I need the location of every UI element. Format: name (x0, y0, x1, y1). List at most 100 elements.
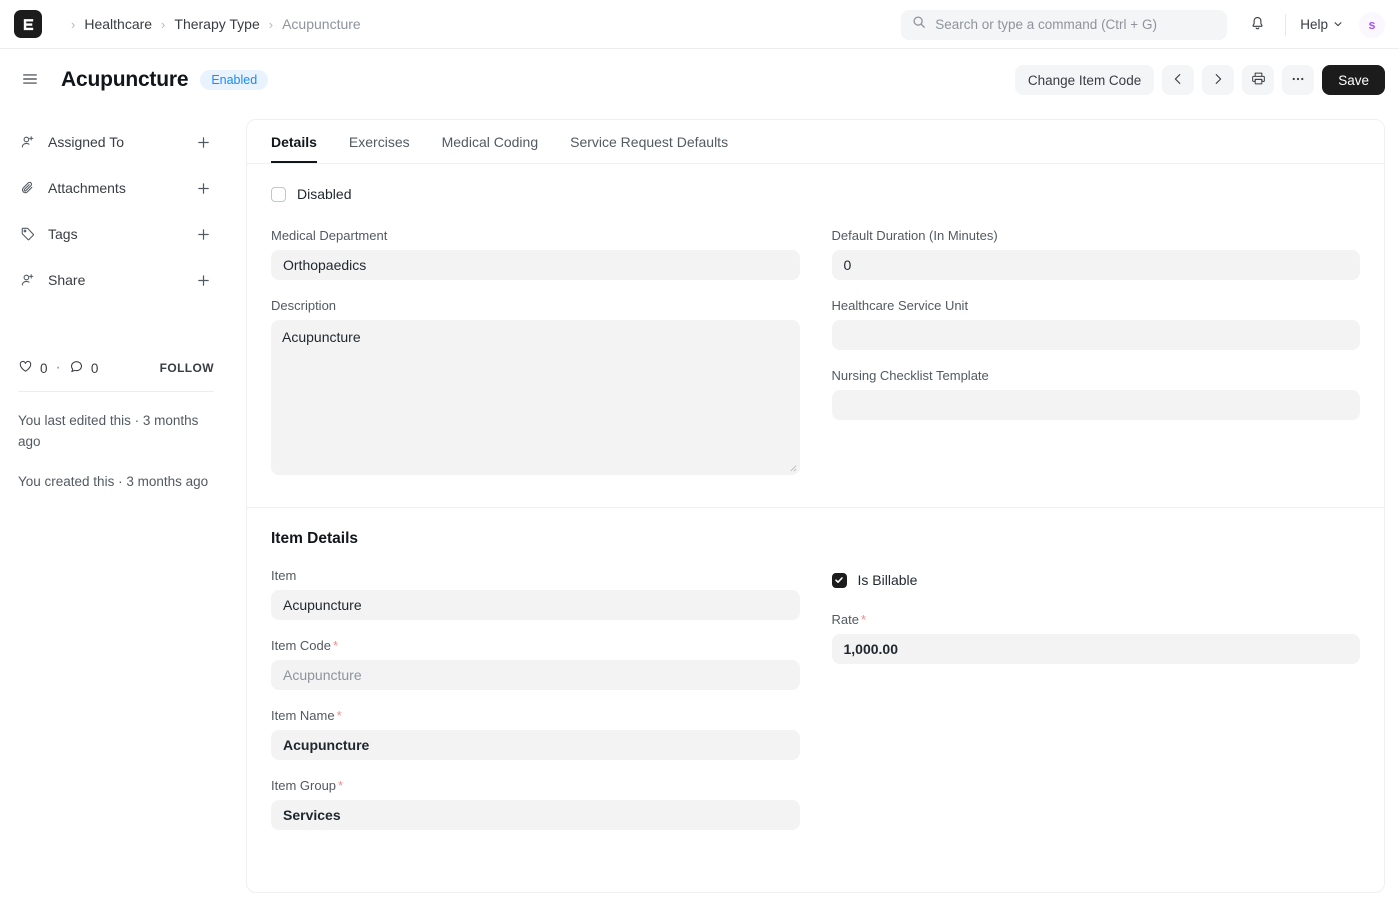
required-marker: * (332, 638, 339, 653)
chevron-down-icon (1333, 17, 1343, 32)
assign-user-icon (18, 134, 38, 150)
main-content: Details Exercises Medical Coding Service… (232, 111, 1399, 914)
default-duration-label: Default Duration (In Minutes) (831, 228, 998, 243)
tab-details[interactable]: Details (271, 120, 317, 163)
navbar-right-group: Search or type a command (Ctrl + G) Help… (901, 0, 1385, 49)
paperclip-icon (18, 180, 38, 196)
nursing-checklist-template-label: Nursing Checklist Template (831, 368, 989, 383)
more-options-button[interactable] (1282, 65, 1315, 95)
sidebar-item-label: Tags (48, 226, 78, 242)
item-name-field: Item Name * Acupuncture (271, 708, 800, 760)
required-marker: * (336, 708, 342, 723)
item-details-section: Item Details Item Acupuncture Item Code *… (247, 508, 1384, 862)
item-name-input[interactable]: Acupuncture (271, 730, 800, 760)
printer-icon (1251, 71, 1266, 89)
item-group-label: Item Group * (271, 778, 800, 793)
tab-service-request-defaults[interactable]: Service Request Defaults (570, 120, 728, 163)
item-group-input[interactable]: Services (271, 800, 800, 830)
rate-input[interactable]: 1,000.00 (831, 634, 1360, 664)
item-code-input[interactable]: Acupuncture (271, 660, 800, 690)
disabled-checkbox-row[interactable]: Disabled (271, 186, 1360, 202)
healthcare-service-unit-label: Healthcare Service Unit (831, 298, 969, 313)
details-columns: Medical Department Orthopaedics Descript… (271, 228, 1360, 493)
page-header: Acupuncture Enabled Change Item Code Sav… (0, 49, 1399, 111)
like-count: 0 (40, 360, 48, 376)
help-menu-button[interactable]: Help (1298, 13, 1345, 36)
hamburger-menu-icon (21, 70, 39, 91)
document-sidebar: Assigned To Attachments Tags Share 0 · 0… (0, 111, 232, 914)
form-tabs: Details Exercises Medical Coding Service… (247, 120, 1384, 164)
next-document-button[interactable] (1202, 65, 1235, 95)
comment-icon (69, 359, 84, 377)
chevron-left-icon (1171, 72, 1185, 89)
description-label: Description (271, 298, 337, 313)
erpnext-logo-icon[interactable] (14, 10, 42, 38)
item-label-text: Item (271, 568, 297, 583)
details-right-column: Default Duration (In Minutes) 0 Healthca… (831, 228, 1360, 493)
is-billable-checkbox[interactable] (831, 572, 847, 588)
sidebar-item-label: Assigned To (48, 134, 125, 150)
nursing-checklist-template-input[interactable] (831, 390, 1360, 420)
item-code-label: Item Code * (271, 638, 800, 653)
tab-exercises[interactable]: Exercises (349, 120, 410, 163)
sidebar-item-attachments[interactable]: Attachments (18, 165, 214, 211)
is-billable-checkbox-row[interactable]: Is Billable (831, 572, 1361, 588)
item-input[interactable]: Acupuncture (271, 590, 800, 620)
bell-icon (1249, 15, 1266, 35)
rate-field: Rate * 1,000.00 (831, 612, 1360, 664)
navbar-divider (1285, 13, 1287, 36)
item-details-left-column: Item Acupuncture Item Code * Acupuncture … (271, 568, 800, 848)
description-textarea[interactable]: Acupuncture (271, 320, 800, 475)
sidebar-item-assigned-to[interactable]: Assigned To (18, 119, 214, 165)
sidebar-item-share[interactable]: Share (18, 257, 214, 303)
add-tag-button[interactable] (192, 223, 214, 245)
comment-count: 0 (90, 360, 99, 376)
required-marker: * (860, 612, 867, 627)
search-input[interactable]: Search or type a command (Ctrl + G) (901, 9, 1228, 40)
save-button[interactable]: Save (1322, 65, 1385, 95)
textarea-resize-handle[interactable] (788, 463, 797, 472)
change-item-code-button[interactable]: Change Item Code (1014, 65, 1155, 95)
required-marker: * (338, 778, 344, 793)
healthcare-service-unit-field: Healthcare Service Unit (831, 298, 1360, 350)
page-title: Acupuncture (61, 68, 189, 91)
stats-separator: · (55, 359, 61, 376)
sidebar-item-tags[interactable]: Tags (18, 211, 214, 257)
header-actions: Change Item Code Save (1014, 65, 1385, 95)
breadcrumb-separator-1: › (161, 16, 166, 32)
sidebar-toggle-button[interactable] (17, 67, 43, 93)
breadcrumb-item-healthcare[interactable]: Healthcare (84, 16, 152, 32)
status-badge: Enabled (200, 70, 269, 90)
avatar[interactable]: s (1359, 11, 1385, 38)
follow-button[interactable]: FOLLOW (160, 361, 214, 375)
healthcare-service-unit-input[interactable] (831, 320, 1360, 350)
item-code-field: Item Code * Acupuncture (271, 638, 800, 690)
created-text: You created this · 3 months ago (18, 473, 209, 489)
tab-medical-coding[interactable]: Medical Coding (442, 120, 539, 163)
add-share-button[interactable] (192, 269, 214, 291)
previous-document-button[interactable] (1162, 65, 1195, 95)
breadcrumb-separator-0: › (71, 16, 76, 32)
add-attachment-button[interactable] (192, 177, 214, 199)
search-icon (912, 15, 926, 34)
page-body: Assigned To Attachments Tags Share 0 · 0… (0, 111, 1399, 914)
comment-button[interactable]: 0 (69, 359, 99, 377)
item-field: Item Acupuncture (271, 568, 800, 620)
item-details-right-column: Is Billable Rate * 1,000.00 (831, 568, 1361, 848)
notifications-button[interactable] (1241, 9, 1273, 41)
default-duration-input[interactable]: 0 (831, 250, 1360, 280)
print-button[interactable] (1242, 65, 1275, 95)
disabled-checkbox[interactable] (271, 186, 286, 202)
medical-department-label: Medical Department (271, 228, 388, 243)
top-navbar: › Healthcare › Therapy Type › Acupunctur… (0, 0, 1399, 49)
item-label: Item (271, 568, 800, 583)
breadcrumb-item-therapy-type[interactable]: Therapy Type (174, 16, 259, 32)
details-section: Disabled Medical Department Orthopaedics… (247, 164, 1384, 508)
add-assignment-button[interactable] (192, 131, 214, 153)
description-value: Acupuncture (282, 329, 361, 345)
medical-department-input[interactable]: Orthopaedics (271, 250, 800, 280)
chevron-right-icon (1211, 72, 1225, 89)
like-button[interactable]: 0 (18, 359, 48, 377)
details-left-column: Medical Department Orthopaedics Descript… (271, 228, 800, 493)
item-name-label-text: Item Name (271, 708, 335, 723)
